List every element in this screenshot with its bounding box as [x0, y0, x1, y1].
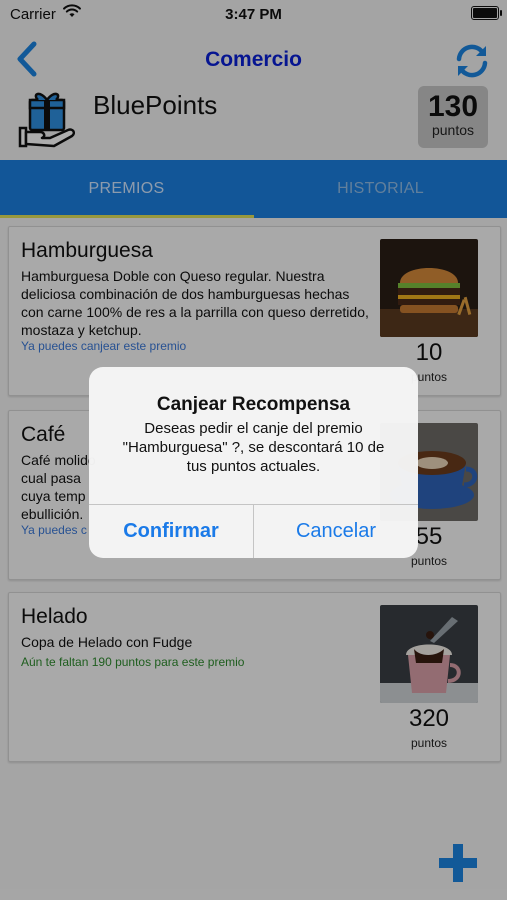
- alert-message: Deseas pedir el canje del premio "Hambur…: [122, 420, 385, 475]
- redeem-alert-dialog: Canjear Recompensa Deseas pedir el canje…: [89, 367, 418, 558]
- confirm-button[interactable]: Confirmar: [89, 504, 253, 558]
- cancel-button[interactable]: Cancelar: [254, 504, 418, 558]
- alert-title: Canjear Recompensa: [156, 394, 351, 415]
